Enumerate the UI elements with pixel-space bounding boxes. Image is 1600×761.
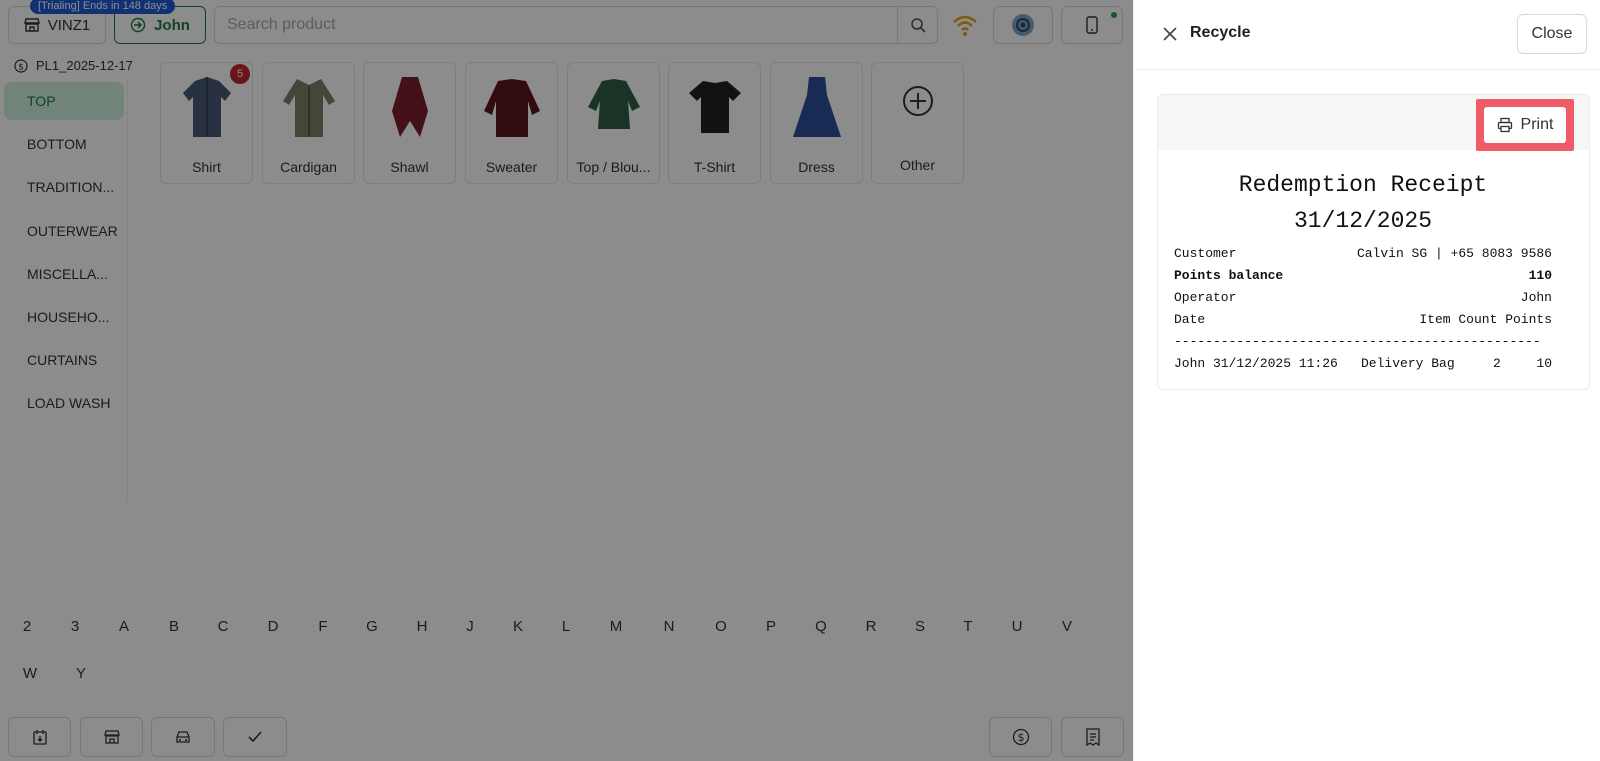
receipt-card: Print Redemption Receipt 31/12/2025 Cust… bbox=[1157, 94, 1590, 390]
line-item: Delivery Bag bbox=[1361, 356, 1455, 371]
line-count: 2 bbox=[1493, 356, 1501, 371]
line-datetime: 31/12/2025 11:26 bbox=[1213, 356, 1338, 371]
operator-label: Operator bbox=[1174, 290, 1237, 305]
recycle-drawer: Recycle Close Print Redemption Receipt 3… bbox=[1133, 0, 1600, 761]
modal-backdrop[interactable] bbox=[0, 0, 1133, 761]
drawer-title: Recycle bbox=[1190, 24, 1251, 41]
customer-value: Calvin SG | +65 8083 9586 bbox=[1356, 246, 1552, 261]
line-operator: John bbox=[1174, 356, 1206, 371]
close-icon[interactable] bbox=[1160, 24, 1180, 44]
print-button[interactable]: Print bbox=[1484, 107, 1566, 143]
receipt-customer-row: Customer Calvin SG | +65 8083 9586 bbox=[1174, 243, 1552, 265]
receipt-line-item: John 31/12/2025 11:26 Delivery Bag 2 10 bbox=[1174, 353, 1552, 375]
columns-header: Item Count Points bbox=[1419, 312, 1552, 327]
receipt-operator-row: Operator John bbox=[1174, 287, 1552, 309]
printer-icon bbox=[1497, 117, 1512, 133]
points-label: Points balance bbox=[1174, 268, 1284, 283]
operator-value: John bbox=[1520, 290, 1552, 305]
receipt-title: Redemption Receipt bbox=[1238, 172, 1488, 198]
date-column-label: Date bbox=[1174, 312, 1206, 327]
print-label: Print bbox=[1520, 116, 1554, 133]
points-value: 110 bbox=[1528, 268, 1552, 283]
receipt-columns-row: Date Item Count Points bbox=[1174, 309, 1552, 331]
receipt-divider: ----------------------------------------… bbox=[1174, 334, 1541, 349]
receipt-date: 31/12/2025 bbox=[1293, 208, 1433, 234]
receipt: Redemption Receipt 31/12/2025 Customer C… bbox=[1174, 167, 1552, 375]
receipt-points-row: Points balance 110 bbox=[1174, 265, 1552, 287]
drawer-header: Recycle Close bbox=[1134, 0, 1600, 70]
customer-label: Customer bbox=[1174, 246, 1237, 261]
close-button[interactable]: Close bbox=[1517, 14, 1587, 54]
line-points: 10 bbox=[1536, 356, 1552, 371]
